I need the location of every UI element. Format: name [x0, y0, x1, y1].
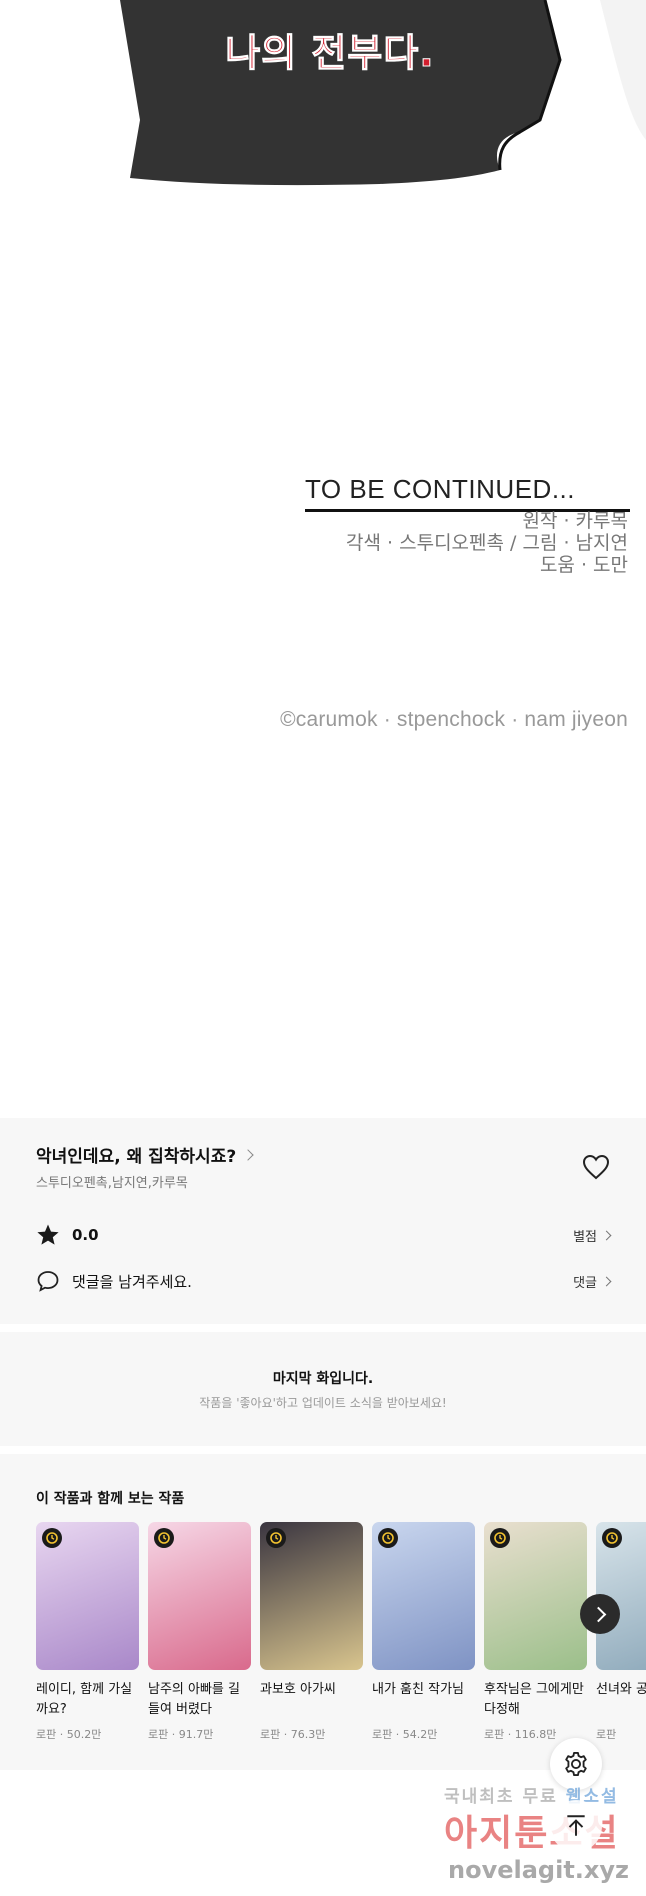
rating-row: 0.0 별점 — [36, 1220, 612, 1250]
card-meta: 로판 · 54.2만 — [372, 1728, 438, 1741]
clock-icon — [42, 1528, 62, 1548]
comment-label: 댓글 — [573, 1275, 597, 1291]
recommendation-card[interactable]: 내가 훔친 작가님로판 · 54.2만 — [372, 1522, 475, 1742]
clock-icon — [154, 1528, 174, 1548]
card-title: 선녀와 공작 — [596, 1682, 646, 1697]
cover-image — [260, 1522, 363, 1670]
star-icon — [37, 1224, 59, 1245]
series-title: 악녀인데요, 왜 집착하시죠? — [36, 1147, 237, 1167]
cover-image — [148, 1522, 251, 1670]
heart-icon[interactable] — [582, 1154, 610, 1180]
rating-value: 0.0 — [72, 1226, 99, 1244]
card-title: 내가 훔친 작가님 — [372, 1682, 464, 1697]
scroll-top-button[interactable] — [550, 1800, 602, 1852]
card-title: 후작님은 그에게만 다정해 — [484, 1682, 584, 1717]
comment-prompt: 댓글을 남겨주세요. — [72, 1272, 192, 1291]
recommendation-card[interactable]: 남주의 아빠를 길들여 버렸다로판 · 91.7만 — [148, 1522, 251, 1742]
site-watermark: 국내최초 무료 웹소설 아지툰소설 novelagit.xyz — [444, 1782, 640, 1888]
comic-panel: 나의 전부다. TO BE CONTINUED... 원작 · 카루목 각색 ·… — [0, 0, 646, 1118]
gear-icon — [565, 1751, 587, 1777]
comment-row[interactable]: 댓글을 남겨주세요. 댓글 — [36, 1266, 612, 1296]
copyright: ©carumok · stpenchock · nam jiyeon — [280, 708, 628, 731]
chevron-right-icon — [242, 1148, 254, 1161]
card-meta: 로판 · 91.7만 — [148, 1728, 214, 1741]
recommendation-card[interactable]: 후작님은 그에게만 다정해 로판 · 116.8만 — [484, 1522, 587, 1742]
watermark-line3: novelagit.xyz — [448, 1856, 630, 1884]
recommendation-card[interactable]: 레이디, 함께 가실까요? 로판 · 50.2만 — [36, 1522, 139, 1742]
clock-icon — [602, 1528, 622, 1548]
bubble-text: 나의 전부다. — [225, 31, 435, 76]
credit-line: 원작 · 카루목 — [522, 510, 628, 532]
card-meta: 로판 · 76.3만 — [260, 1728, 326, 1741]
cover-image — [484, 1522, 587, 1670]
card-title: 레이디, 함께 가실까요? — [36, 1682, 133, 1717]
comment-button[interactable]: 댓글 — [573, 1272, 612, 1291]
comment-icon — [37, 1271, 59, 1292]
chevron-right-icon — [601, 1230, 612, 1240]
carousel-next-button[interactable] — [580, 1594, 620, 1634]
recommendation-card[interactable]: 과보호 아가씨로판 · 76.3만 — [260, 1522, 363, 1742]
recommendation-list: 레이디, 함께 가실까요? 로판 · 50.2만 남주의 아빠를 길들여 버렸다로판… — [36, 1522, 646, 1742]
series-authors: 스투디오펜촉,남지연,카루목 — [36, 1176, 188, 1191]
clock-icon — [266, 1528, 286, 1548]
rate-button[interactable]: 별점 — [573, 1226, 612, 1245]
cover-image — [372, 1522, 475, 1670]
to-be-continued: TO BE CONTINUED... — [305, 474, 630, 512]
rate-label: 별점 — [573, 1229, 597, 1245]
chevron-right-icon — [590, 1606, 606, 1622]
clock-icon — [490, 1528, 510, 1548]
last-episode-title: 마지막 화입니다. — [272, 1371, 374, 1387]
cover-image — [36, 1522, 139, 1670]
arrow-up-icon — [567, 1815, 585, 1836]
credit-line: 각색 · 스투디오펜촉 / 그림 · 남지연 — [346, 532, 628, 554]
credits: 원작 · 카루목 각색 · 스투디오펜촉 / 그림 · 남지연 도움 · 도만 — [346, 510, 628, 576]
last-episode-notice: 마지막 화입니다. 작품을 '좋아요'하고 업데이트 소식을 받아보세요! — [0, 1332, 646, 1446]
series-info-panel: 악녀인데요, 왜 집착하시죠? 스투디오펜촉,남지연,카루목 0.0 별점 댓글… — [0, 1118, 646, 1324]
last-episode-subtitle: 작품을 '좋아요'하고 업데이트 소식을 받아보세요! — [199, 1396, 447, 1410]
recommendations-title: 이 작품과 함께 보는 작품 — [36, 1491, 185, 1507]
card-title: 과보호 아가씨 — [260, 1682, 336, 1697]
card-meta: 로판 — [596, 1728, 617, 1741]
credit-line: 도움 · 도만 — [539, 554, 628, 576]
chevron-right-icon — [601, 1276, 612, 1286]
card-title: 남주의 아빠를 길들여 버렸다 — [148, 1682, 240, 1717]
tbc-title: TO BE CONTINUED... — [305, 474, 630, 512]
recommendations-section: 이 작품과 함께 보는 작품 레이디, 함께 가실까요? 로판 · 50.2만 남주… — [0, 1454, 646, 1770]
card-meta: 로판 · 50.2만 — [36, 1728, 102, 1741]
clock-icon — [378, 1528, 398, 1548]
series-title-link[interactable]: 악녀인데요, 왜 집착하시죠? — [36, 1142, 254, 1167]
